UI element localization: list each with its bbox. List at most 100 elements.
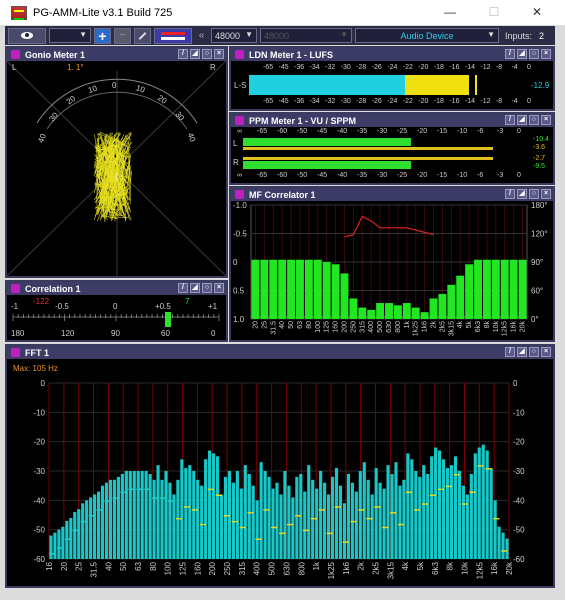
fft-freq-label: 200 <box>208 561 217 575</box>
fft-freq-label: 80 <box>149 561 158 570</box>
ldn-bar-cyan <box>249 75 405 95</box>
link-icon[interactable]: ○ <box>529 115 539 125</box>
ppm-tick: -40 <box>337 172 348 179</box>
close-button[interactable]: ✕ <box>520 0 554 25</box>
fft-bar <box>315 488 319 559</box>
remove-button[interactable]: − <box>114 27 131 44</box>
fft-bar <box>259 462 263 559</box>
fft-peak-marker <box>469 491 476 494</box>
ppm-header: PPM Meter 1 - VU / SPPM / ◢ ○ × <box>231 114 553 127</box>
link-icon[interactable]: ○ <box>529 49 539 59</box>
panel-close-icon[interactable]: × <box>541 189 551 199</box>
samplerate-value: 48000 <box>215 30 241 41</box>
resize-icon[interactable]: ◢ <box>517 49 527 59</box>
ppm-tick: -15 <box>437 172 448 179</box>
fft-yaxis-label: -20 <box>33 438 45 447</box>
mf-bar <box>438 293 447 319</box>
link-icon[interactable]: ○ <box>529 189 539 199</box>
panel-close-icon[interactable]: × <box>541 49 551 59</box>
mf-bar <box>509 259 518 319</box>
mf-freq-label: 500 <box>377 321 384 333</box>
fft-peak-marker <box>374 506 381 508</box>
collapse-chevron[interactable]: « <box>195 27 208 44</box>
fft-yaxis-label: -40 <box>33 496 45 505</box>
fft-bar <box>386 465 390 559</box>
power-icon[interactable] <box>235 190 244 199</box>
edit-icon[interactable]: / <box>505 49 515 59</box>
link-icon[interactable]: ○ <box>529 347 539 357</box>
resize-icon[interactable]: ◢ <box>190 49 200 59</box>
edit-icon[interactable]: / <box>505 115 515 125</box>
add-button[interactable]: + <box>94 27 111 44</box>
fft-yaxis-label-right: -10 <box>513 408 525 417</box>
power-icon[interactable] <box>235 116 244 125</box>
ppm-tick: ∞ <box>237 128 242 135</box>
mf-freq-label: 100 <box>315 321 322 333</box>
edit-icon[interactable]: / <box>505 347 515 357</box>
resize-icon[interactable]: ◢ <box>517 115 527 125</box>
resize-icon[interactable]: ◢ <box>517 189 527 199</box>
fft-bar <box>354 491 358 559</box>
ppm-panel: PPM Meter 1 - VU / SPPM / ◢ ○ × ∞ -65 -60 -50-… <box>229 112 555 185</box>
fft-freq-label: 100 <box>164 561 173 575</box>
ldn-bar-yellow <box>405 75 469 95</box>
fft-bar <box>438 450 442 559</box>
ldn-tick: -18 <box>433 64 444 71</box>
mf-freq-label: 20 <box>252 321 259 329</box>
power-icon[interactable] <box>11 348 20 357</box>
samplerate-dropdown[interactable]: 48000 ▼ <box>211 28 257 43</box>
minimize-button[interactable]: — <box>433 0 467 25</box>
maximize-button[interactable]: ☐ <box>477 0 511 25</box>
fft-peak-marker <box>271 526 278 529</box>
power-icon[interactable] <box>11 50 20 59</box>
fft-peak-marker <box>144 488 151 491</box>
gonio-scale-label: 30 <box>173 110 186 123</box>
view-eye-button[interactable] <box>8 27 46 44</box>
fft-bar <box>481 444 485 559</box>
fft-bar <box>418 476 422 559</box>
pen-tool-button[interactable] <box>134 27 151 44</box>
fft-freq-label: 400 <box>253 561 262 575</box>
fft-bar <box>85 500 89 559</box>
panel-close-icon[interactable]: × <box>214 283 224 293</box>
resize-icon[interactable]: ◢ <box>190 283 200 293</box>
edit-icon[interactable]: / <box>178 283 188 293</box>
panel-close-icon[interactable]: × <box>541 115 551 125</box>
signal-route-button[interactable] <box>154 27 192 44</box>
mf-left-axis-label: 0 <box>233 258 238 267</box>
fft-bar <box>100 485 105 559</box>
fft-peak-marker <box>239 526 246 529</box>
ldn-tick: -20 <box>418 98 429 105</box>
power-icon[interactable] <box>235 50 244 59</box>
fft-bar <box>402 479 406 559</box>
edit-icon[interactable]: / <box>505 189 515 199</box>
panel-close-icon[interactable]: × <box>541 347 551 357</box>
fft-peak-marker <box>215 494 222 496</box>
fft-bar <box>271 488 275 559</box>
fft-peak-marker <box>366 517 373 520</box>
gonio-display: 40 30 20 10 0 10 20 30 40 L 1. 1° R <box>7 61 226 276</box>
fft-yaxis-label: 0 <box>41 379 46 388</box>
power-icon[interactable] <box>11 284 20 293</box>
link-icon[interactable]: ○ <box>202 283 212 293</box>
fft-bar <box>441 459 446 559</box>
mf-bar <box>260 259 269 319</box>
audio-device-dropdown[interactable]: Audio Device ▼ <box>355 28 499 43</box>
fft-bar <box>473 453 477 559</box>
fft-bar <box>501 532 505 559</box>
mf-bar <box>322 262 331 319</box>
fft-peak-marker <box>493 517 500 520</box>
mf-freq-label: 31.5 <box>270 321 277 335</box>
gonio-svg: 40302010 0 10203040 <box>7 61 226 276</box>
layout-dropdown[interactable]: ▼ <box>49 28 91 43</box>
ldn-tick: -34 <box>309 64 320 71</box>
window-titlebar: PG-AMM-Lite v3.1 Build 725 — ☐ ✕ <box>0 0 565 25</box>
inputs-value: 2 <box>539 30 545 41</box>
resize-icon[interactable]: ◢ <box>517 347 527 357</box>
link-icon[interactable]: ○ <box>202 49 212 59</box>
panel-close-icon[interactable]: × <box>214 49 224 59</box>
mf-freq-label: 40 <box>279 321 286 329</box>
mf-freq-label: 1k25 <box>413 321 420 336</box>
edit-icon[interactable]: / <box>178 49 188 59</box>
fft-bar <box>57 529 61 559</box>
